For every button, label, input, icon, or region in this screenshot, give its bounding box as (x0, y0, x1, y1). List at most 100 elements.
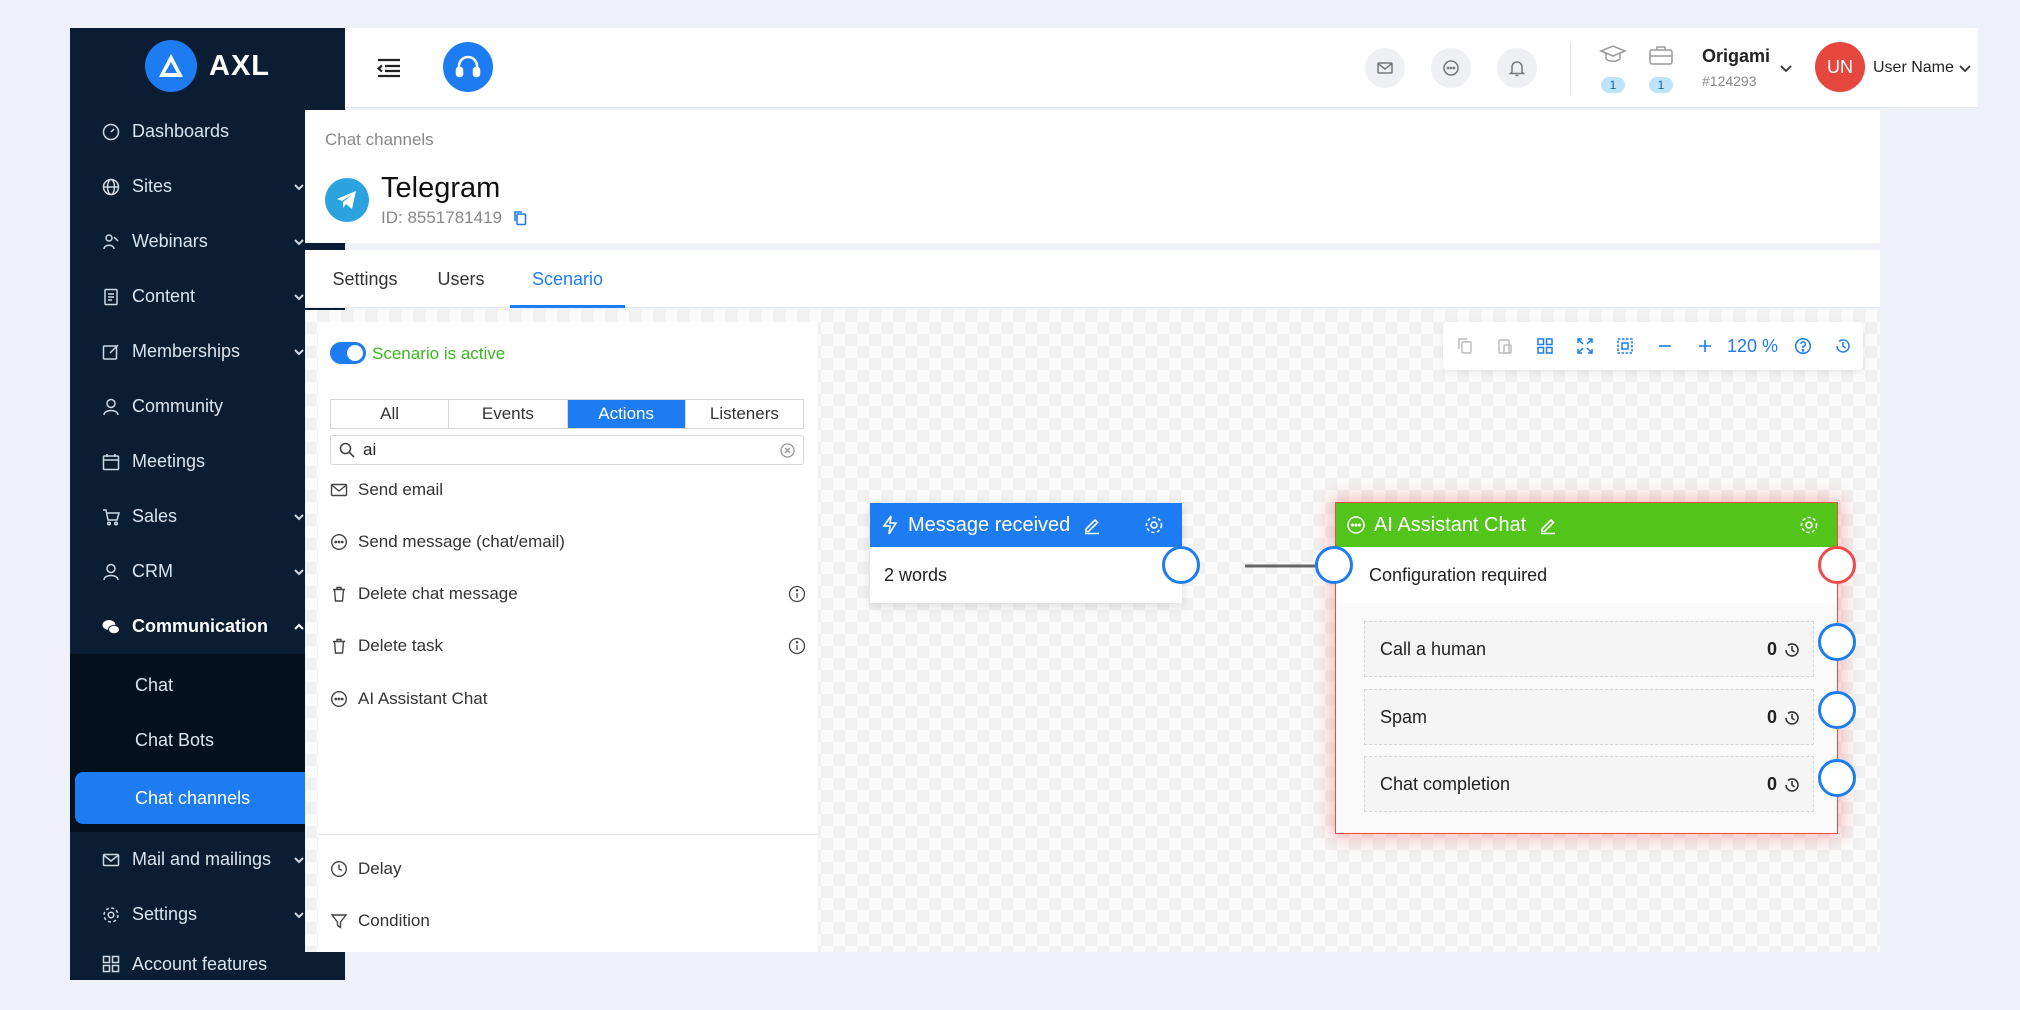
action-send-email[interactable]: Send email (330, 475, 806, 505)
edit-icon[interactable] (1082, 515, 1102, 535)
help-icon[interactable] (1793, 336, 1813, 356)
mail-button[interactable] (1365, 48, 1405, 88)
scenario-active-toggle[interactable] (330, 342, 366, 364)
output-label: Chat completion (1380, 773, 1511, 794)
sidebar-item-crm[interactable]: CRM (70, 544, 345, 599)
arrange-grid-icon[interactable] (1535, 336, 1555, 356)
gear-icon[interactable] (1144, 515, 1164, 535)
sidebar-item-sites[interactable]: Sites (70, 159, 345, 214)
chevron-down-icon[interactable] (1778, 60, 1794, 76)
fit-screen-icon[interactable] (1575, 336, 1595, 356)
sidebar-nav-lower: Mail and mailings Settings Account featu… (70, 832, 345, 980)
tab-users[interactable]: Users (425, 250, 497, 308)
sidebar-item-community[interactable]: Community (70, 379, 345, 434)
zoom-out-icon[interactable] (1655, 336, 1675, 356)
filter-tab-actions[interactable]: Actions (567, 400, 686, 428)
sidebar-subitem-chat-channels[interactable]: Chat channels (75, 772, 327, 824)
action-label: Delay (358, 859, 402, 878)
output-label: Call a human (1380, 638, 1487, 659)
tasks-stat[interactable]: 1 (1646, 44, 1676, 93)
copy-icon[interactable] (513, 210, 527, 226)
search-input[interactable] (363, 438, 763, 462)
output-spam[interactable]: Spam 0 (1364, 689, 1814, 745)
notifications-button[interactable] (1497, 48, 1537, 88)
tab-settings[interactable]: Settings (325, 250, 405, 308)
scenario-canvas[interactable]: Scenario is active All Events Actions Li… (305, 310, 1880, 952)
menu-collapse-icon[interactable] (375, 54, 403, 82)
chat-button[interactable] (1431, 48, 1471, 88)
node-status: Configuration required (1369, 564, 1548, 585)
action-delete-task[interactable]: Delete task (330, 631, 806, 661)
sidebar-item-meetings[interactable]: Meetings (70, 434, 345, 489)
sidebar-item-webinars[interactable]: Webinars (70, 214, 345, 269)
tasks-count-badge: 1 (1649, 77, 1673, 93)
filter-tab-all[interactable]: All (331, 400, 450, 428)
trash-icon (330, 585, 348, 603)
gear-icon[interactable] (1799, 515, 1819, 535)
sidebar-item-communication[interactable]: Communication (70, 599, 345, 654)
action-delay[interactable]: Delay (330, 854, 806, 884)
chevron-down-icon[interactable] (1957, 60, 1973, 76)
action-delete-chat-message[interactable]: Delete chat message (330, 579, 806, 609)
output-port-chat-completion[interactable] (1818, 759, 1856, 797)
node-header[interactable]: Message received (870, 503, 1182, 547)
user-name[interactable]: User Name (1873, 59, 1954, 77)
sidebar-subitem-chat-bots[interactable]: Chat Bots (70, 713, 332, 768)
info-icon[interactable] (788, 585, 806, 603)
user-icon (102, 563, 120, 581)
filter-tab-events[interactable]: Events (449, 400, 568, 428)
telegram-icon (325, 178, 369, 222)
filter-tab-listeners[interactable]: Listeners (686, 400, 803, 428)
sidebar-item-settings[interactable]: Settings (70, 887, 345, 942)
axl-logo-icon (145, 40, 197, 92)
tab-scenario[interactable]: Scenario (510, 250, 625, 308)
sidebar-subitem-label: Chat Bots (135, 730, 215, 750)
briefcase-icon (1649, 46, 1673, 65)
trash-icon (330, 637, 348, 655)
sidebar-item-label: Community (132, 396, 224, 416)
cart-icon (102, 508, 120, 526)
brand-logo[interactable]: AXL (70, 28, 345, 104)
sidebar-item-content[interactable]: Content (70, 269, 345, 324)
sidebar-item-account-features[interactable]: Account features (70, 942, 345, 980)
sidebar-item-mail[interactable]: Mail and mailings (70, 832, 345, 887)
action-condition[interactable]: Condition (330, 906, 806, 936)
clear-icon[interactable] (780, 443, 795, 458)
output-port-error[interactable] (1818, 546, 1856, 584)
output-port[interactable] (1162, 546, 1200, 584)
courses-stat[interactable]: 1 (1598, 44, 1628, 93)
avatar[interactable]: UN (1815, 42, 1865, 92)
gear-icon (102, 906, 120, 924)
gauge-icon (102, 123, 120, 141)
node-header[interactable]: AI Assistant Chat (1336, 503, 1837, 547)
sidebar-subitem-chat[interactable]: Chat (70, 658, 332, 713)
zoom-in-icon[interactable] (1695, 336, 1715, 356)
copy-icon[interactable] (1455, 336, 1475, 356)
info-icon[interactable] (788, 637, 806, 655)
graduation-cap-icon (1599, 45, 1627, 62)
sidebar-item-label: Sites (132, 176, 173, 196)
paste-icon[interactable] (1495, 336, 1515, 356)
sidebar-item-dashboards[interactable]: Dashboards (70, 104, 345, 159)
select-area-icon[interactable] (1615, 336, 1635, 356)
action-ai-assistant-chat[interactable]: AI Assistant Chat (330, 684, 806, 714)
org-switcher[interactable]: Origami #124293 (1702, 46, 1770, 89)
sidebar-item-memberships[interactable]: Memberships (70, 324, 345, 379)
edit-icon[interactable] (1538, 515, 1558, 535)
output-port-call-a-human[interactable] (1818, 623, 1856, 661)
action-send-message[interactable]: Send message (chat/email) (330, 527, 806, 557)
output-call-a-human[interactable]: Call a human 0 (1364, 621, 1814, 677)
clock-icon (330, 860, 348, 878)
sidebar-item-sales[interactable]: Sales (70, 489, 345, 544)
org-id: #124293 (1702, 73, 1757, 89)
breadcrumb[interactable]: Chat channels (325, 130, 434, 150)
output-port-spam[interactable] (1818, 691, 1856, 729)
node-message-received[interactable]: Message received 2 words (870, 503, 1182, 603)
node-title: AI Assistant Chat (1374, 513, 1527, 536)
node-ai-assistant-chat[interactable]: AI Assistant Chat Configuration required… (1335, 502, 1838, 834)
action-label: Send email (358, 480, 444, 499)
output-chat-completion[interactable]: Chat completion 0 (1364, 756, 1814, 812)
input-port[interactable] (1315, 546, 1353, 584)
support-button[interactable] (443, 42, 493, 92)
history-icon[interactable] (1833, 336, 1853, 356)
